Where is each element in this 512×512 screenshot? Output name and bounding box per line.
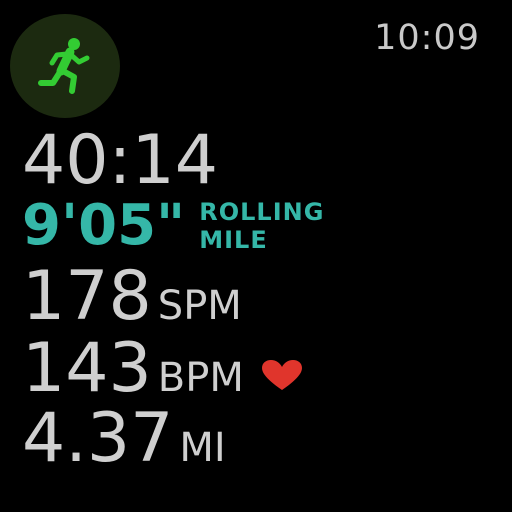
distance-value: 4.37 <box>22 399 174 478</box>
heart-icon <box>261 360 302 390</box>
clock-time: 10:09 <box>374 18 480 58</box>
cadence-metric: 178 SPM <box>22 262 242 332</box>
heart-rate-metric: 143 BPM <box>22 334 304 404</box>
workout-type-button[interactable] <box>10 14 120 118</box>
distance-metric: 4.37 MI <box>22 404 226 474</box>
rolling-pace-label: ROLLING MILE <box>199 198 324 254</box>
rolling-pace-label-line2: MILE <box>199 226 268 254</box>
rolling-pace-label-line1: ROLLING <box>199 198 325 226</box>
rolling-pace-metric: 9'05" ROLLING MILE <box>22 196 324 256</box>
workout-screen: 10:09 40:14 9'05" ROLLING MILE 178 SPM 1… <box>0 0 512 512</box>
distance-unit: MI <box>179 425 226 471</box>
running-figure-icon <box>38 38 90 94</box>
cadence-unit: SPM <box>157 283 242 329</box>
heart-rate-value: 143 <box>22 329 152 408</box>
heart-rate-unit: BPM <box>157 355 244 401</box>
rolling-pace-value: 9'05" <box>22 193 186 258</box>
elapsed-time-value: 40:14 <box>22 121 218 200</box>
cadence-value: 178 <box>22 257 152 336</box>
elapsed-time-metric: 40:14 <box>22 126 218 196</box>
